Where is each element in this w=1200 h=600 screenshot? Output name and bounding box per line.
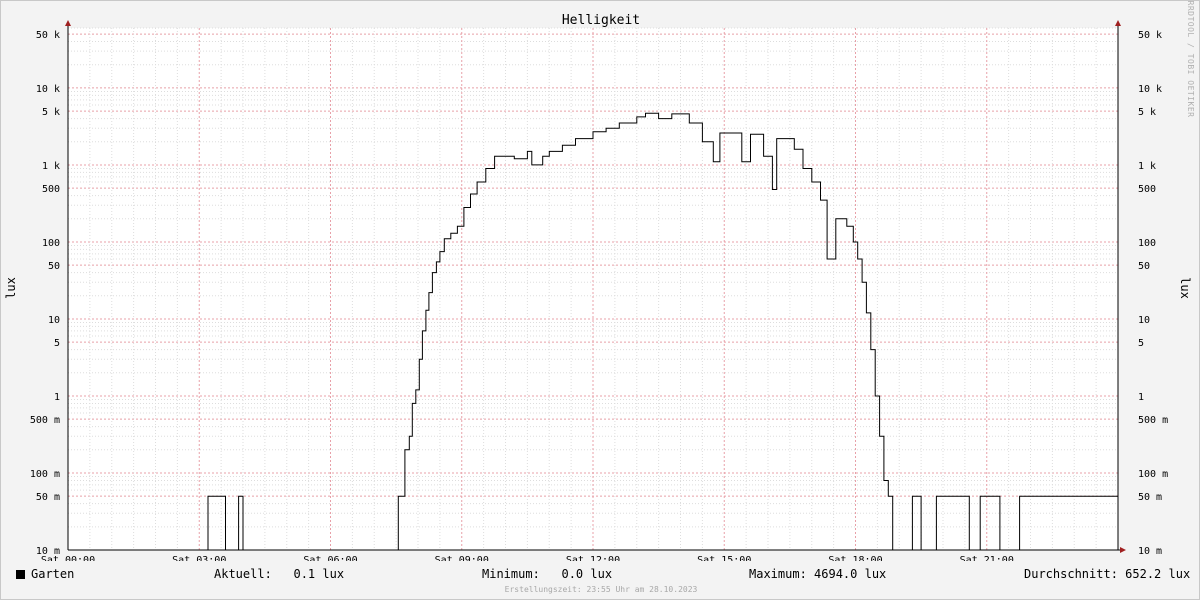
x-tick-label: Sat 21:00 (960, 555, 1014, 561)
y-tick-label-left: 50 m (36, 492, 60, 503)
y-tick-label-right: 50 m (1138, 492, 1162, 503)
legend-swatch (16, 570, 25, 579)
legend-average: Durchschnitt: 652.2 lux (1024, 567, 1191, 581)
y-tick-label-right: 500 m (1138, 415, 1168, 426)
y-tick-label-right: 10 (1138, 315, 1150, 326)
y-axis-label-left: lux (4, 277, 18, 299)
y-tick-label-right: 100 m (1138, 469, 1168, 480)
legend-series-name: Garten (31, 567, 75, 581)
y-tick-label-left: 5 k (42, 107, 60, 118)
y-axis-arrow-right (1115, 20, 1121, 26)
x-tick-label: Sat 09:00 (435, 555, 489, 561)
y-tick-label-right: 500 (1138, 184, 1156, 195)
y-tick-label-left: 500 m (30, 415, 60, 426)
y-tick-label-left: 50 k (36, 30, 60, 41)
x-tick-label: Sat 00:00 (41, 555, 95, 561)
y-tick-label-left: 100 m (30, 469, 60, 480)
x-tick-label: Sat 06:00 (303, 555, 357, 561)
y-tick-label-right: 1 k (1138, 161, 1156, 172)
y-tick-label-right: 100 (1138, 238, 1156, 249)
x-tick-label: Sat 15:00 (697, 555, 751, 561)
x-tick-label: Sat 12:00 (566, 555, 620, 561)
rrdtool-watermark: RRDTOOL / TOBI OETIKER (1186, 1, 1195, 117)
y-tick-label-right: 10 m (1138, 546, 1162, 557)
y-tick-label-right: 50 (1138, 261, 1150, 272)
graph-frame: 10 m 10 m 50 m 50 m 100 m 100 m 500 m 500 m1155… (0, 0, 1200, 600)
y-tick-label-right: 1 (1138, 392, 1144, 403)
y-tick-label-left: 10 k (36, 84, 60, 95)
legend-maximum: Maximum: 4694.0 lux (749, 567, 887, 581)
x-tick-label: Sat 18:00 (828, 555, 882, 561)
y-axis-label-right: lux (1178, 277, 1192, 299)
y-tick-label-left: 5 (54, 338, 60, 349)
y-tick-label-left: 50 (48, 261, 60, 272)
y-axis-arrow-left (65, 20, 71, 26)
chart-title: Helligkeit (562, 13, 640, 28)
y-tick-label-right: 10 k (1138, 84, 1162, 95)
legend-current: Aktuell: 0.1 lux (214, 567, 345, 581)
y-tick-label-left: 100 (42, 238, 60, 249)
y-tick-label-left: 1 k (42, 161, 60, 172)
brightness-chart: 10 m 10 m50 m 50 m100 m 100 m500 m 500 m1 15 5… (4, 1, 1195, 561)
x-axis-arrow (1120, 547, 1126, 553)
footer-timestamp: Erstellungszeit: 23:55 Uhr am 28.10.2023 (504, 585, 698, 594)
y-tick-label-left: 1 (54, 392, 60, 403)
y-tick-label-right: 5 (1138, 338, 1144, 349)
x-tick-label: Sat 03:00 (172, 555, 226, 561)
y-tick-label-left: 10 (48, 315, 60, 326)
legend-minimum: Minimum: 0.0 lux (482, 567, 613, 581)
y-tick-label-right: 5 k (1138, 107, 1156, 118)
y-tick-label-right: 50 k (1138, 30, 1162, 41)
legend-series: Garten (16, 567, 74, 581)
y-tick-label-left: 500 (42, 184, 60, 195)
